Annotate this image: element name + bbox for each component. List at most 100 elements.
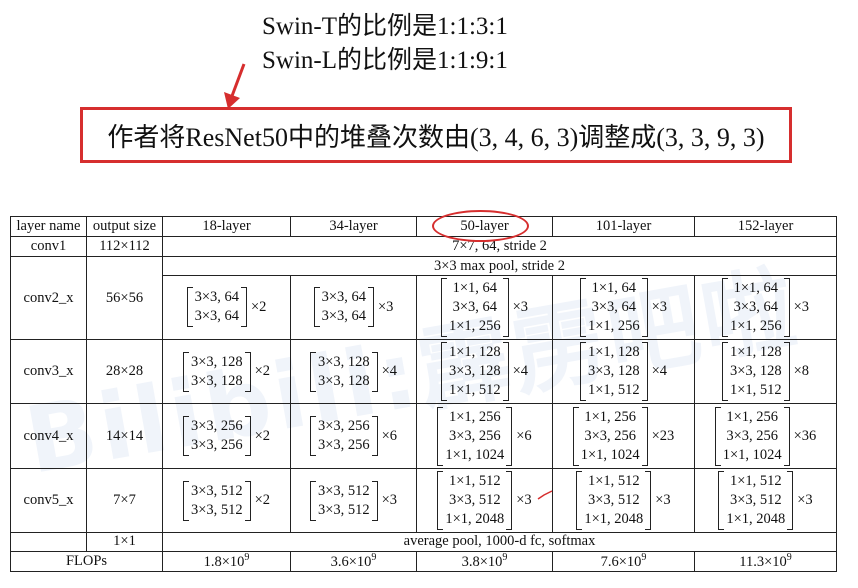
- layer-desc: 7×7, 64, stride 2: [162, 235, 837, 258]
- conv-spec: 3×3, 64: [452, 298, 497, 315]
- block-cell: 3×3, 64 3×3, 64 ×3: [290, 274, 417, 341]
- header-row: layer name output size 18-layer 34-layer…: [10, 216, 837, 237]
- block-spec: 3×3, 64 3×3, 64 ×3: [313, 287, 393, 328]
- bracket-matrix: 3×3, 64 3×3, 64: [313, 287, 374, 328]
- flops-value: 3.8×109: [416, 550, 553, 573]
- header-cell: 18-layer: [162, 216, 291, 237]
- block-cell: 1×1, 64 3×3, 64 1×1, 256 ×3: [694, 274, 837, 341]
- flops-value: 7.6×109: [552, 550, 695, 573]
- block-spec: 3×3, 64 3×3, 64 ×2: [186, 287, 267, 328]
- conv-spec: 1×1, 512: [729, 382, 782, 399]
- block-cell: 1×1, 64 3×3, 64 1×1, 256 ×3: [416, 274, 553, 341]
- conv-spec: 1×1, 512: [729, 473, 782, 489]
- repeat-count: ×2: [251, 298, 267, 315]
- bracket-matrix: 1×1, 256 3×3, 256 1×1, 1024: [437, 406, 513, 466]
- block-spec: 3×3, 256 3×3, 256 ×2: [182, 416, 271, 457]
- conv-spec: 3×3, 512: [190, 501, 243, 518]
- block-cell: 1×1, 256 3×3, 256 1×1, 1024 ×36: [694, 403, 837, 469]
- output-size: 28×28: [86, 339, 163, 405]
- block-spec: 1×1, 256 3×3, 256 1×1, 1024 ×6: [437, 406, 532, 466]
- bracket-matrix: 3×3, 128 3×3, 128: [182, 351, 251, 392]
- table-row: conv4_x 14×14 3×3, 256 3×3, 256 ×2 3×3, 256 3×…: [10, 403, 837, 469]
- conv-spec: 1×1, 256: [448, 317, 501, 334]
- conv-spec: 1×1, 128: [448, 344, 501, 361]
- conv-spec: 3×3, 128: [190, 353, 243, 370]
- conv-spec: 3×3, 64: [733, 298, 778, 315]
- bracket-matrix: 3×3, 64 3×3, 64: [186, 287, 247, 328]
- bracket-matrix: 3×3, 256 3×3, 256: [309, 416, 378, 457]
- conv-spec: 3×3, 512: [587, 492, 640, 508]
- layer-name: conv4_x: [10, 403, 87, 469]
- repeat-count: ×36: [793, 427, 817, 444]
- flops-value: 1.8×109: [162, 550, 291, 573]
- block-spec: 1×1, 128 3×3, 128 1×1, 512 ×4: [579, 342, 667, 402]
- conv-spec: 1×1, 1024: [722, 446, 782, 463]
- flops-exponent: 9: [502, 551, 508, 563]
- block-spec: 1×1, 512 3×3, 512 1×1, 2048 ×3: [576, 471, 671, 530]
- block-spec: 1×1, 128 3×3, 128 1×1, 512 ×8: [721, 342, 809, 402]
- conv-spec: 3×3, 128: [448, 363, 501, 380]
- table-row: conv5_x 7×7 3×3, 512 3×3, 512 ×2 3×3, 512 3×3,…: [10, 467, 837, 534]
- flops-value: 3.6×109: [290, 550, 417, 573]
- bracket-matrix: 3×3, 256 3×3, 256: [182, 416, 251, 457]
- output-size: 1×1: [86, 532, 163, 552]
- conv-spec: 3×3, 256: [448, 427, 501, 444]
- block-spec: 1×1, 128 3×3, 128 1×1, 512 ×4: [440, 342, 528, 402]
- block-cell: 1×1, 128 3×3, 128 1×1, 512 ×4: [552, 339, 695, 405]
- output-size: 14×14: [86, 403, 163, 469]
- repeat-count: ×6: [516, 427, 532, 444]
- layer-name: conv1: [10, 235, 87, 258]
- block-cell: 1×1, 512 3×3, 512 1×1, 2048 ×3: [694, 467, 837, 534]
- conv-spec: 3×3, 64: [194, 308, 239, 325]
- conv-spec: 1×1, 64: [452, 279, 497, 296]
- flops-exponent: 9: [244, 551, 250, 563]
- repeat-count: ×2: [254, 427, 271, 444]
- conv-spec: 3×3, 128: [587, 363, 640, 380]
- block-cell: 1×1, 128 3×3, 128 1×1, 512 ×4: [416, 339, 553, 405]
- block-spec: 1×1, 64 3×3, 64 1×1, 256 ×3: [440, 277, 529, 337]
- table-row: conv3_x 28×28 3×3, 128 3×3, 128 ×2 3×3, 128 3×…: [10, 339, 837, 405]
- bracket-matrix: 1×1, 256 3×3, 256 1×1, 1024: [572, 406, 648, 466]
- conv-spec: 1×1, 256: [448, 408, 501, 425]
- block-cell: 1×1, 512 3×3, 512 1×1, 2048 ×3: [416, 467, 553, 534]
- repeat-count: ×3: [651, 298, 668, 315]
- repeat-count: ×2: [254, 492, 271, 508]
- bracket-matrix: 3×3, 512 3×3, 512: [309, 480, 378, 521]
- repeat-count: ×3: [793, 298, 810, 315]
- repeat-count: ×3: [512, 298, 529, 315]
- header-cell: 152-layer: [694, 216, 837, 237]
- bracket-matrix: 1×1, 512 3×3, 512 1×1, 2048: [437, 471, 513, 530]
- conv-spec: 3×3, 128: [190, 372, 243, 389]
- conv-spec: 1×1, 1024: [445, 446, 505, 463]
- conv-spec: 3×3, 128: [317, 372, 370, 389]
- conv-spec: 1×1, 512: [448, 473, 501, 489]
- flops-value: 11.3×109: [694, 550, 837, 573]
- block-spec: 3×3, 128 3×3, 128 ×4: [309, 351, 397, 392]
- bracket-matrix: 1×1, 128 3×3, 128 1×1, 512: [579, 342, 648, 402]
- repeat-count: ×3: [655, 492, 671, 508]
- flops-base: 11.3×10: [739, 553, 787, 570]
- header-cell: 34-layer: [290, 216, 417, 237]
- block-spec: 1×1, 512 3×3, 512 1×1, 2048 ×3: [437, 471, 532, 530]
- conv-spec: 3×3, 256: [190, 418, 243, 435]
- block-cell: 3×3, 128 3×3, 128 ×2: [162, 339, 291, 405]
- conv-spec: 1×1, 512: [448, 382, 501, 399]
- block-spec: 3×3, 512 3×3, 512 ×3: [309, 480, 397, 521]
- conv-spec: 3×3, 512: [448, 492, 501, 508]
- resnet-architecture-table: layer name output size 18-layer 34-layer…: [10, 216, 837, 573]
- conv-spec: 3×3, 64: [321, 308, 366, 325]
- conv-spec: 1×1, 1024: [580, 446, 640, 463]
- conv-spec: 3×3, 256: [317, 418, 370, 435]
- repeat-count: ×6: [381, 427, 398, 444]
- block-spec: 3×3, 512 3×3, 512 ×2: [182, 480, 271, 521]
- layer-name: conv2_x: [10, 256, 87, 341]
- conv-spec: 1×1, 2048: [584, 511, 644, 527]
- pool-desc: 3×3 max pool, stride 2: [162, 256, 837, 276]
- flops-label: FLOPs: [10, 550, 163, 573]
- conv-spec: 3×3, 64: [194, 289, 239, 306]
- table-row: 1×1 average pool, 1000-d fc, softmax: [10, 532, 837, 552]
- conv-spec: 3×3, 256: [190, 437, 243, 454]
- block-cell: 1×1, 256 3×3, 256 1×1, 1024 ×23: [552, 403, 695, 469]
- block-cell: 3×3, 64 3×3, 64 ×2: [162, 274, 291, 341]
- block-cell: 3×3, 256 3×3, 256 ×2: [162, 403, 291, 469]
